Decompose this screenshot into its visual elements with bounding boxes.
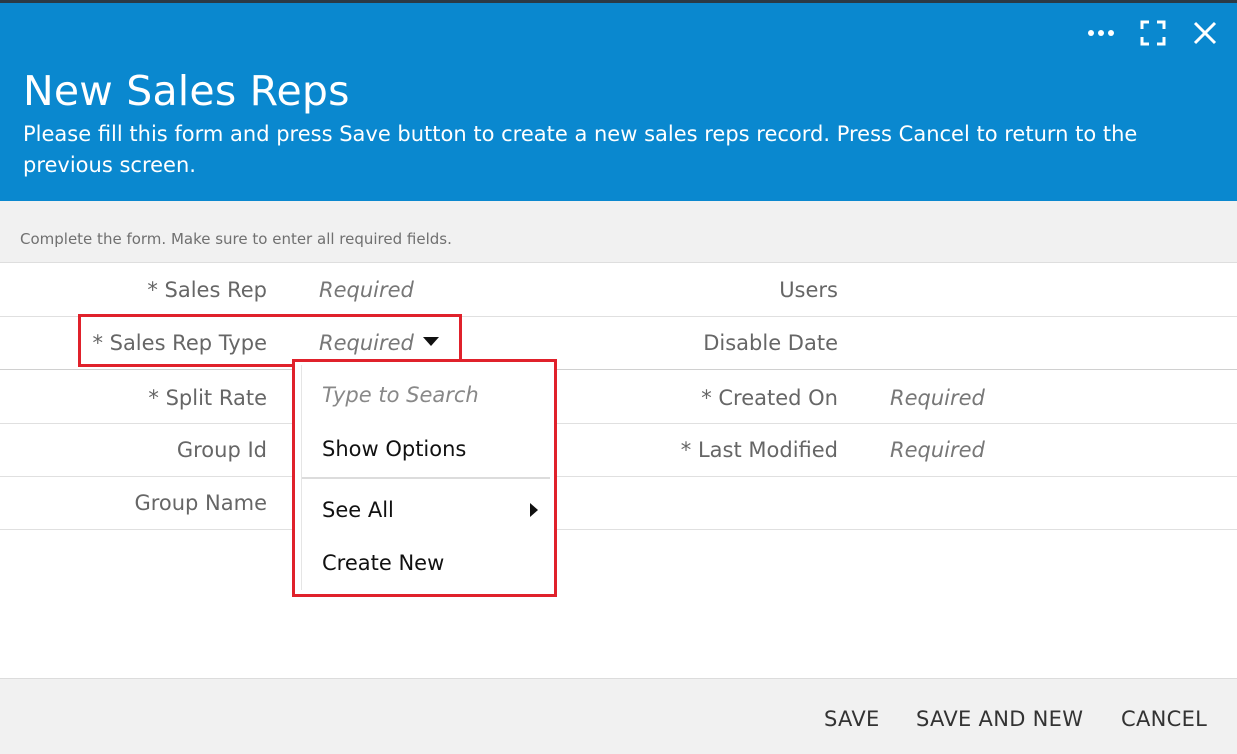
users-label: Users [779, 278, 838, 302]
group-name-label: Group Name [134, 491, 267, 515]
form-row: Group Name [0, 476, 1237, 530]
save-button[interactable]: SAVE [824, 707, 880, 731]
page-description: Please fill this form and press Save but… [23, 122, 1138, 177]
form-row: * Sales Rep Required Users [0, 263, 1237, 317]
save-and-new-button[interactable]: SAVE AND NEW [916, 707, 1083, 731]
dropdown-search-input[interactable]: Type to Search [322, 383, 479, 407]
more-options-button[interactable] [1083, 15, 1119, 51]
dropdown-panel: Type to Search Show Options See All Crea… [302, 365, 550, 590]
dialog-footer: SAVE SAVE AND NEW CANCEL [0, 678, 1237, 754]
form-instructions: Complete the form. Make sure to enter al… [20, 230, 452, 248]
disable-date-input[interactable] [890, 331, 1210, 357]
form-row: Group Id * Last Modified Required [0, 423, 1237, 477]
expand-icon [1140, 20, 1166, 46]
menu-item-show-options[interactable]: Show Options [322, 437, 466, 461]
dialog-header: New Sales Reps Please fill this form and… [0, 3, 1237, 201]
submenu-arrow-icon [530, 503, 538, 517]
dropdown-menu: Type to Search Show Options See All Crea… [292, 359, 557, 597]
users-input[interactable] [890, 278, 1210, 304]
menu-item-create-new[interactable]: Create New [322, 551, 444, 575]
more-icon [1088, 30, 1114, 36]
last-modified-input[interactable]: Required [890, 438, 985, 462]
form-instructions-bar: Complete the form. Make sure to enter al… [0, 201, 1237, 263]
cancel-button[interactable]: CANCEL [1121, 707, 1207, 731]
form-row: * Split Rate * Created On Required [0, 369, 1237, 424]
group-name-input[interactable] [560, 491, 660, 517]
created-on-input[interactable]: Required [890, 386, 985, 410]
dropdown-caret-icon[interactable] [423, 337, 439, 346]
menu-divider [302, 477, 550, 479]
close-icon [1193, 21, 1217, 45]
menu-item-see-all[interactable]: See All [322, 498, 394, 522]
page-title: New Sales Reps [23, 67, 350, 115]
close-button[interactable] [1187, 15, 1223, 51]
maximize-button[interactable] [1135, 15, 1171, 51]
